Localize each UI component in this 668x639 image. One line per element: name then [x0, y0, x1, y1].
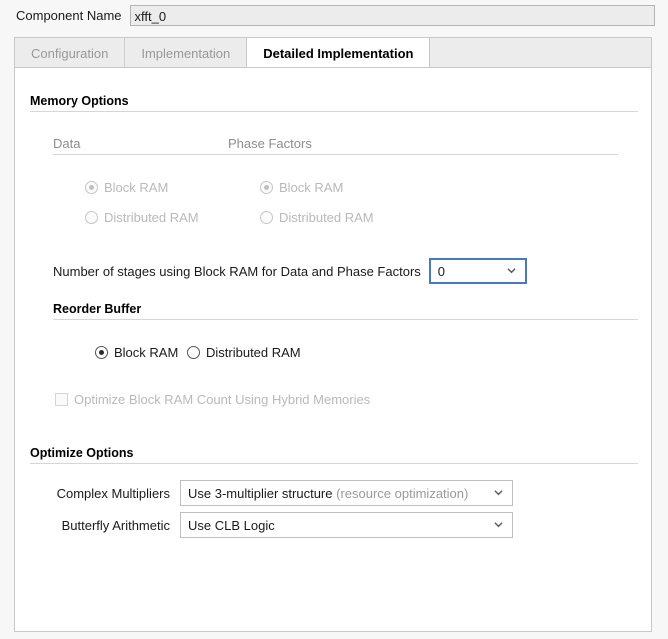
optimize-block-ram-checkbox[interactable]: Optimize Block RAM Count Using Hybrid Me… [55, 392, 370, 407]
reorder-buffer-radio-block-ram[interactable]: Block RAM [95, 345, 178, 360]
chevron-down-icon [494, 488, 503, 497]
tab-detailed-implementation[interactable]: Detailed Implementation [246, 38, 431, 68]
reorder-buffer-radio-block-ram-label: Block RAM [114, 345, 179, 360]
reorder-buffer-section: Reorder Buffer [53, 302, 638, 320]
butterfly-arithmetic-value: Use CLB Logic [181, 518, 275, 533]
data-subsection-rule [53, 154, 228, 155]
tab-implementation-label: Implementation [141, 45, 231, 61]
phase-factors-radio-block-ram-label: Block RAM [279, 180, 344, 195]
stages-dropdown[interactable]: 0 [428, 258, 527, 284]
tab-configuration-label: Configuration [31, 45, 109, 61]
component-name-row: Component Name xfft_0 [0, 0, 668, 30]
data-radio-block-ram[interactable]: Block RAM [85, 180, 168, 195]
tab-configuration[interactable]: Configuration [15, 38, 126, 68]
reorder-buffer-rule [53, 319, 638, 320]
phase-factors-radio-distributed-ram[interactable]: Distributed RAM [260, 210, 374, 225]
checkbox-indicator [55, 393, 68, 406]
tab-detailed-implementation-label: Detailed Implementation [263, 45, 414, 61]
tab-bar: Configuration Implementation Detailed Im… [14, 37, 652, 68]
stages-dropdown-value: 0 [437, 263, 446, 279]
complex-multipliers-value-note: (resource optimization) [336, 485, 469, 501]
butterfly-arithmetic-row: Butterfly Arithmetic Use CLB Logic [53, 512, 513, 538]
phase-factors-radio-block-ram[interactable]: Block RAM [260, 180, 343, 195]
data-subsection: Data [53, 136, 228, 155]
optimize-options-section: Optimize Options [30, 446, 638, 464]
data-radio-block-ram-label: Block RAM [104, 180, 169, 195]
complex-multipliers-dropdown[interactable]: Use 3-multiplier structure (resource opt… [180, 480, 513, 506]
data-radio-distributed-ram-label: Distributed RAM [104, 210, 199, 225]
phase-factors-subsection-title: Phase Factors [228, 136, 312, 151]
stages-row: Number of stages using Block RAM for Dat… [53, 258, 527, 284]
chevron-down-icon [507, 266, 516, 275]
reorder-buffer-radio-distributed-ram-label: Distributed RAM [206, 345, 301, 360]
radio-indicator [260, 181, 273, 194]
component-name-label: Component Name [16, 7, 122, 23]
reorder-buffer-radio-distributed-ram[interactable]: Distributed RAM [187, 345, 301, 360]
data-subsection-title: Data [53, 136, 81, 151]
radio-indicator [260, 211, 273, 224]
complex-multipliers-value: Use 3-multiplier structure (resource opt… [181, 486, 468, 501]
radio-indicator [85, 181, 98, 194]
data-radio-distributed-ram[interactable]: Distributed RAM [85, 210, 199, 225]
complex-multipliers-row: Complex Multipliers Use 3-multiplier str… [53, 480, 513, 506]
optimize-block-ram-checkbox-label: Optimize Block RAM Count Using Hybrid Me… [74, 392, 371, 407]
phase-factors-subsection-rule [228, 154, 618, 155]
tab-implementation[interactable]: Implementation [125, 38, 248, 68]
memory-options-section: Memory Options [30, 94, 638, 112]
radio-indicator [85, 211, 98, 224]
memory-options-rule [30, 111, 638, 112]
butterfly-arithmetic-label: Butterfly Arithmetic [61, 517, 170, 533]
chevron-down-icon [494, 520, 503, 529]
complex-multipliers-value-main: Use 3-multiplier structure [188, 485, 333, 501]
butterfly-arithmetic-dropdown[interactable]: Use CLB Logic [180, 512, 513, 538]
butterfly-arithmetic-value-main: Use CLB Logic [188, 517, 275, 533]
component-name-input[interactable]: xfft_0 [129, 4, 655, 26]
detailed-implementation-panel: Memory Options Data Phase Factors Block … [14, 67, 652, 632]
radio-indicator [187, 346, 200, 359]
complex-multipliers-label: Complex Multipliers [56, 485, 170, 501]
phase-factors-subsection: Phase Factors [228, 136, 618, 155]
memory-options-title: Memory Options [30, 94, 129, 108]
radio-indicator [95, 346, 108, 359]
stages-label: Number of stages using Block RAM for Dat… [53, 263, 421, 279]
reorder-buffer-title: Reorder Buffer [53, 302, 142, 316]
optimize-options-rule [30, 463, 638, 464]
phase-factors-radio-distributed-ram-label: Distributed RAM [279, 210, 374, 225]
optimize-options-title: Optimize Options [30, 446, 134, 460]
